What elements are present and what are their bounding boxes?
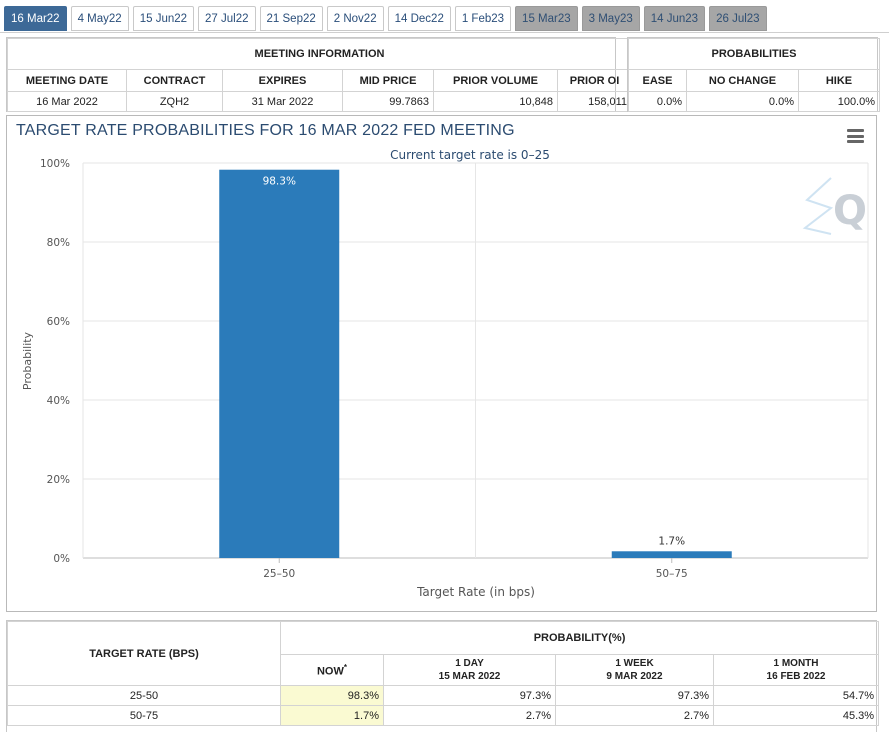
header-ease: EASE	[628, 69, 687, 92]
y-tick-label: 60%	[47, 316, 70, 328]
now-cell: 1.7%	[280, 705, 384, 726]
one-month-cell: 54.7%	[712, 685, 880, 706]
mid-price-value: 99.7863	[342, 91, 434, 112]
tab-meeting-10[interactable]: 3 May23	[581, 6, 640, 31]
tab-meeting-5[interactable]: 21 Sep22	[259, 6, 323, 31]
bar-data-label: 98.3%	[263, 176, 296, 188]
chart-container: TARGET RATE PROBABILITIES FOR 16 MAR 202…	[6, 115, 877, 612]
meeting-date-value: 16 Mar 2022	[7, 91, 127, 112]
header-now-label: NOW	[316, 665, 344, 678]
tab-meeting-2[interactable]: 4 May22	[70, 6, 129, 31]
probabilities-table: PROBABILITIES EASE NO CHANGE HIKE 0.0% 0…	[627, 38, 881, 112]
cme-q-logo-icon: Q	[802, 177, 867, 235]
header-no-change: NO CHANGE	[686, 69, 799, 92]
probability-history-panel: TARGET RATE (BPS) PROBABILITY(%) NOW* 1 …	[6, 620, 880, 732]
table-row: 50-75 1.7% 2.7% 2.7% 45.3%	[7, 705, 880, 726]
y-tick-label: 100%	[40, 158, 70, 170]
header-1-week-label: 1 WEEK	[615, 658, 654, 669]
tab-meeting-12[interactable]: 26 Jul23	[709, 6, 767, 31]
bar-data-label: 1.7%	[658, 535, 685, 547]
header-probability-group: PROBABILITY(%)	[279, 621, 880, 655]
header-target-rate: TARGET RATE (BPS)	[7, 621, 281, 686]
tab-meeting-7[interactable]: 14 Dec22	[387, 6, 451, 31]
header-1-week: 1 WEEK 9 MAR 2022	[555, 654, 714, 686]
y-tick-label: 80%	[47, 237, 70, 249]
x-axis-label: Target Rate (in bps)	[416, 585, 535, 599]
table-row: 25-50 98.3% 97.3% 97.3% 54.7%	[7, 685, 880, 706]
bar-50–75[interactable]	[611, 551, 732, 558]
header-1-day-date: 15 MAR 2022	[438, 671, 501, 682]
header-hike: HIKE	[797, 69, 881, 92]
chart-subtitle: Current target rate is 0–25	[390, 148, 550, 162]
header-prior-oi: PRIOR OI	[556, 69, 633, 92]
prior-volume-value: 10,848	[433, 91, 558, 112]
header-1-month: 1 MONTH 16 FEB 2022	[712, 654, 880, 686]
y-tick-label: 20%	[47, 474, 70, 486]
header-1-day: 1 DAY 15 MAR 2022	[383, 654, 556, 686]
header-mid-price: MID PRICE	[342, 69, 434, 92]
tab-meeting-1[interactable]: 16 Mar22	[4, 6, 67, 31]
hike-value: 100.0%	[797, 91, 881, 112]
header-1-day-label: 1 DAY	[455, 658, 484, 669]
tab-meeting-3[interactable]: 15 Jun22	[132, 6, 195, 31]
meeting-tabs: 16 Mar22 4 May22 15 Jun22 27 Jul22 21 Sep22 2…	[4, 6, 767, 32]
no-change-value: 0.0%	[686, 91, 799, 112]
header-prior-volume: PRIOR VOLUME	[433, 69, 558, 92]
svg-text:Q: Q	[833, 188, 867, 234]
bar-chart: Current target rate is 0–25 Q 0% 20% 40% 60…	[21, 148, 869, 599]
header-1-week-date: 9 MAR 2022	[606, 671, 663, 682]
one-week-cell: 2.7%	[555, 705, 714, 726]
y-axis-label: Probability	[21, 331, 34, 390]
probabilities-panel: PROBABILITIES EASE NO CHANGE HIKE 0.0% 0…	[627, 37, 881, 112]
header-now-marker: *	[343, 662, 347, 672]
rate-cell: 50-75	[7, 705, 281, 726]
now-cell: 98.3%	[280, 685, 384, 706]
ease-value: 0.0%	[628, 91, 687, 112]
tab-meeting-6[interactable]: 2 Nov22	[326, 6, 384, 31]
header-contract: CONTRACT	[126, 69, 223, 92]
meeting-information-title: MEETING INFORMATION	[6, 38, 633, 70]
header-now: NOW*	[280, 654, 384, 686]
contract-value: ZQH2	[126, 91, 223, 112]
tab-meeting-11[interactable]: 14 Jun23	[643, 6, 706, 31]
header-expires: EXPIRES	[222, 69, 343, 92]
y-tick-label: 0%	[53, 553, 70, 565]
meeting-information-table: MEETING INFORMATION MEETING DATE CONTRAC…	[6, 38, 633, 112]
y-tick-label: 40%	[47, 395, 70, 407]
prior-oi-value: 158,011	[556, 91, 633, 112]
one-day-cell: 2.7%	[383, 705, 556, 726]
probabilities-title: PROBABILITIES	[627, 38, 881, 70]
probability-history-table: TARGET RATE (BPS) PROBABILITY(%) NOW* 1 …	[7, 621, 880, 726]
meeting-information-panel: MEETING INFORMATION MEETING DATE CONTRAC…	[6, 37, 633, 112]
one-day-cell: 97.3%	[383, 685, 556, 706]
x-tick-label: 25–50	[263, 568, 295, 580]
one-week-cell: 97.3%	[555, 685, 714, 706]
header-1-month-date: 16 FEB 2022	[766, 671, 826, 682]
rate-cell: 25-50	[7, 685, 281, 706]
header-meeting-date: MEETING DATE	[7, 69, 127, 92]
tab-meeting-4[interactable]: 27 Jul22	[198, 6, 256, 31]
expires-value: 31 Mar 2022	[222, 91, 343, 112]
x-tick-label: 50–75	[656, 568, 688, 580]
tab-divider	[0, 32, 889, 33]
tab-meeting-9[interactable]: 15 Mar23	[515, 6, 578, 31]
header-1-month-label: 1 MONTH	[773, 658, 819, 669]
one-month-cell: 45.3%	[712, 705, 880, 726]
bar-25–50[interactable]	[219, 169, 340, 558]
tab-meeting-8[interactable]: 1 Feb23	[454, 6, 512, 31]
